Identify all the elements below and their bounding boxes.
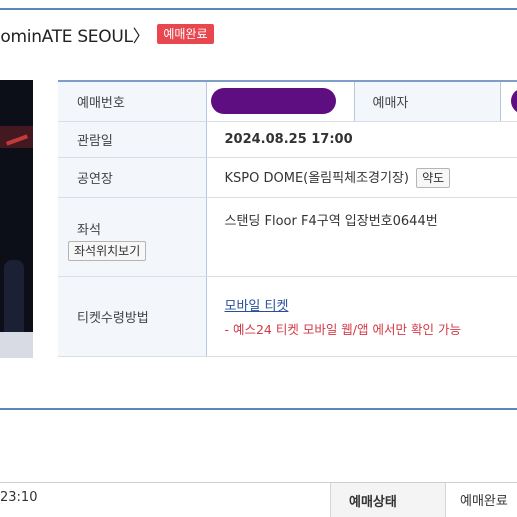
booker-label: 예매자 xyxy=(353,80,501,122)
bottom-divider xyxy=(0,408,517,410)
seat-map-button[interactable]: 좌석위치보기 xyxy=(68,240,147,261)
footer-status-label: 예매상태 xyxy=(330,483,446,517)
seat-label: 좌석 xyxy=(77,222,101,238)
table-row: 티켓수령방법 모바일 티켓 - 예스24 티켓 모바일 웹/앱 에서만 확인 가… xyxy=(58,276,517,357)
booking-info-table: 예매번호 예매자 관람일 2024.08.25 17:00 공연장 KSPO D… xyxy=(58,80,517,357)
table-row: 예매번호 예매자 xyxy=(58,80,517,122)
map-button[interactable]: 약도 xyxy=(416,167,451,188)
ticket-notice: - 예스24 티켓 모바일 웹/앱 에서만 확인 가능 xyxy=(224,321,461,337)
booking-number-label: 예매번호 xyxy=(58,80,207,122)
header: lominATE SEOUL〉 예매완료 xyxy=(0,20,214,48)
seat-value: 스탠딩 Floor F4구역 입장번호0644번 xyxy=(206,197,517,277)
mobile-ticket-link[interactable]: 모바일 티켓 xyxy=(225,295,517,314)
ticket-method-cell: 모바일 티켓 - 예스24 티켓 모바일 웹/앱 에서만 확인 가능 xyxy=(206,276,517,357)
view-date-label: 관람일 xyxy=(58,121,207,158)
venue-label: 공연장 xyxy=(58,157,207,198)
seat-label-cell: 좌석 좌석위치보기 xyxy=(58,197,207,277)
footer-status-value: 예매완료 xyxy=(460,494,508,509)
venue-cell: KSPO DOME(올림픽체조경기장) 약도 xyxy=(206,157,517,198)
booking-number-value xyxy=(206,80,354,122)
venue-value: KSPO DOME(올림픽체조경기장) xyxy=(224,170,409,186)
table-row: 좌석 좌석위치보기 스탠딩 Floor F4구역 입장번호0644번 xyxy=(58,197,517,277)
poster-image xyxy=(0,80,33,358)
redacted-mark xyxy=(210,88,336,115)
top-divider xyxy=(0,8,517,10)
performance-title: lominATE SEOUL〉 xyxy=(0,26,150,47)
ticket-method-label: 티켓수령방법 xyxy=(58,276,207,357)
footer-time: 23:10 xyxy=(0,490,38,505)
table-row: 관람일 2024.08.25 17:00 xyxy=(58,121,517,158)
table-row: 공연장 KSPO DOME(올림픽체조경기장) 약도 xyxy=(58,157,517,198)
redacted-mark xyxy=(510,88,517,115)
view-date-value: 2024.08.25 17:00 xyxy=(206,121,517,158)
status-badge: 예매완료 xyxy=(157,24,214,44)
booker-value xyxy=(500,80,517,122)
